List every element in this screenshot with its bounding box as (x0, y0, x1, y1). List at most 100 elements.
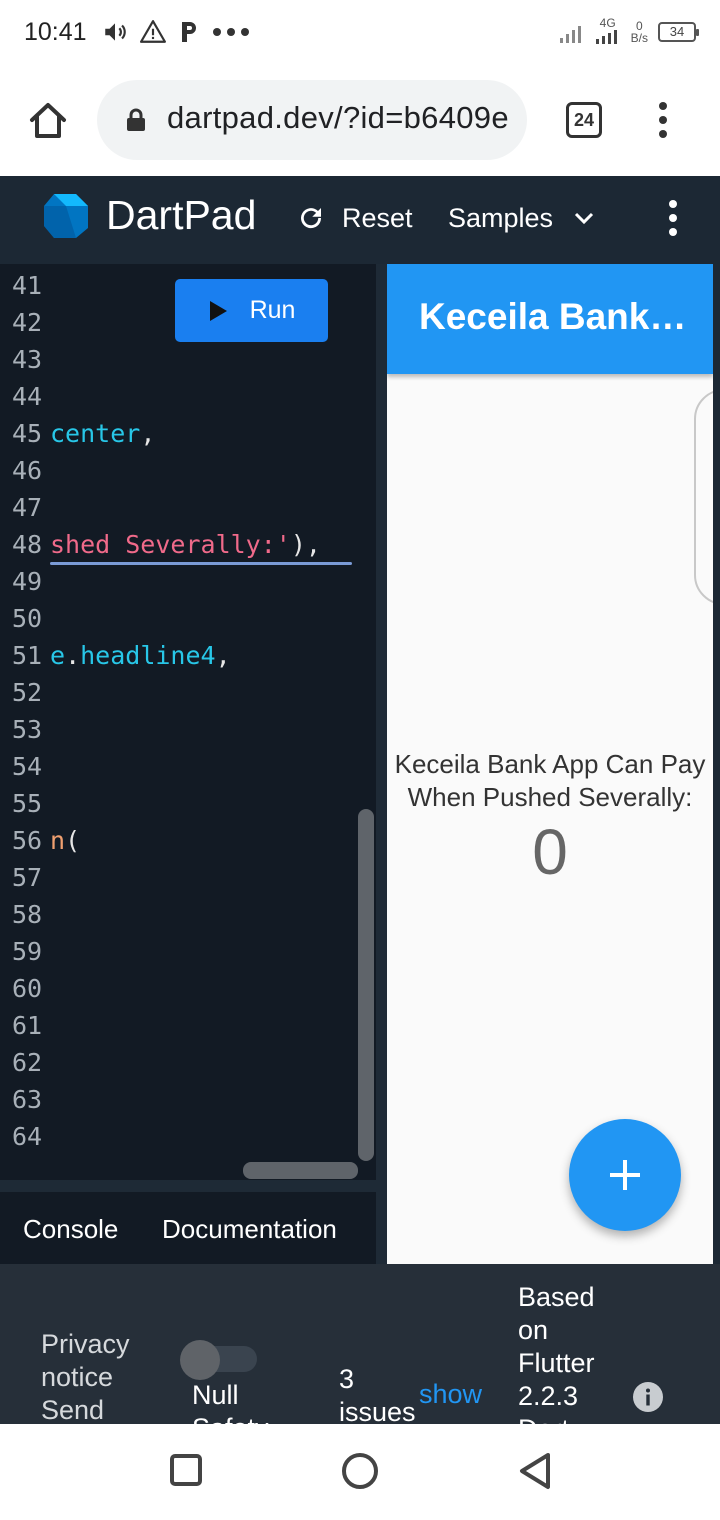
home-icon[interactable] (26, 98, 70, 142)
code-token: n (50, 826, 66, 855)
line-number: 56 (12, 826, 43, 855)
editor-line: 59 (0, 933, 376, 970)
line-number: 53 (12, 715, 43, 744)
horizontal-scrollbar[interactable] (243, 1162, 358, 1179)
line-number: 52 (12, 678, 43, 707)
line-number: 43 (12, 345, 43, 374)
bottom-tabs: Console Documentation (0, 1192, 376, 1264)
code-text: n( (50, 822, 80, 859)
editor-line: 53 (0, 711, 376, 748)
line-number: 64 (12, 1122, 43, 1151)
dartpad-menu-icon[interactable] (660, 198, 684, 238)
play-icon (209, 300, 227, 321)
show-issues-link[interactable]: show (419, 1379, 482, 1410)
status-icons-left (102, 16, 250, 48)
drawer-edge[interactable] (694, 389, 713, 605)
run-button[interactable]: Run (175, 279, 328, 342)
data-speed: 0 B/s (631, 20, 648, 44)
increment-fab[interactable] (569, 1119, 681, 1231)
info-icon[interactable] (633, 1382, 663, 1412)
editor-line: 44 (0, 378, 376, 415)
code-token: , (140, 419, 156, 448)
code-token: headline4 (80, 641, 216, 670)
preview-label: Keceila Bank App Can Pay When Pushed Sev… (394, 749, 706, 812)
code-text: center, (50, 415, 155, 452)
status-icons-right: 4G 0 B/s 34 (559, 14, 699, 50)
plus-icon (610, 1160, 640, 1190)
line-number: 47 (12, 493, 43, 522)
browser-menu-icon[interactable] (650, 100, 676, 140)
line-number: 58 (12, 900, 43, 929)
address-bar[interactable]: dartpad.dev/?id=b6409e (97, 80, 527, 160)
editor-line: 54 (0, 748, 376, 785)
recent-apps-icon[interactable] (170, 1454, 202, 1486)
refresh-icon (301, 208, 322, 229)
home-nav-icon[interactable] (342, 1453, 378, 1489)
app-title: DartPad (106, 192, 257, 238)
lock-icon[interactable] (125, 108, 147, 132)
reset-label: Reset (342, 202, 413, 233)
editor-line: 60 (0, 970, 376, 1007)
privacy-notice-link[interactable]: Privacy notice Send (41, 1328, 151, 1424)
toggle-knob[interactable] (180, 1340, 220, 1380)
line-number: 44 (12, 382, 43, 411)
editor-line: 48 shed Severally:'), (0, 526, 376, 563)
counter-value: 0 (532, 816, 568, 888)
editor-line: 45 center, (0, 415, 376, 452)
tab-switcher-button[interactable]: 24 (566, 102, 602, 138)
right-edge (713, 176, 720, 1264)
code-token: ( (65, 826, 81, 855)
editor-line: 57 (0, 859, 376, 896)
line-number: 49 (12, 567, 43, 596)
line-number: 51 (12, 641, 43, 670)
back-icon[interactable] (518, 1452, 552, 1490)
line-number: 57 (12, 863, 43, 892)
code-editor[interactable]: 41 42 43 44 45 center, 46 47 48 shed Sev… (0, 264, 376, 1180)
editor-line: 62 (0, 1044, 376, 1081)
dart-logo-icon (44, 194, 88, 238)
status-bar: 10:41 4G 0 B/s 34 (0, 0, 720, 64)
editor-line: 56 n( (0, 822, 376, 859)
editor-line: 64 (0, 1118, 376, 1155)
issues-count: 3 issues (339, 1364, 416, 1424)
run-label: Run (249, 296, 296, 324)
samples-dropdown[interactable]: Samples (448, 198, 595, 238)
chevron-down-icon (574, 212, 594, 225)
vertical-scrollbar[interactable] (358, 809, 374, 1161)
line-number: 54 (12, 752, 43, 781)
editor-line: 63 (0, 1081, 376, 1118)
code-token: center (50, 419, 141, 448)
editor-divider (0, 1180, 376, 1192)
dartpad-header: DartPad Reset Samples (0, 176, 720, 264)
url-text[interactable]: dartpad.dev/?id=b6409e (167, 100, 513, 136)
code-text: e.headline4, (50, 637, 231, 674)
code-token: . (65, 641, 81, 670)
code-text: shed Severally:'), (50, 526, 321, 563)
status-time: 10:41 (24, 18, 87, 46)
code-token: ), (290, 530, 321, 559)
code-token: e (50, 641, 66, 670)
warning-icon (140, 20, 166, 43)
editor-line: 50 (0, 600, 376, 637)
line-number: 60 (12, 974, 43, 1003)
split-divider[interactable] (376, 264, 387, 1264)
version-info: Based on Flutter 2.2.3 Dart (518, 1282, 595, 1424)
signal-icon (559, 26, 581, 43)
tab-documentation[interactable]: Documentation (162, 1214, 337, 1245)
editor-line: 58 (0, 896, 376, 933)
editor-line: 51 e.headline4, (0, 637, 376, 674)
code-token: shed Severally:' (50, 530, 291, 559)
reset-button[interactable]: Reset (296, 198, 413, 238)
editor-line: 52 (0, 674, 376, 711)
line-number: 63 (12, 1085, 43, 1114)
system-nav-bar (0, 1424, 720, 1520)
network-indicator: 4G (595, 17, 621, 47)
preview-app-bar: Keceila Bank… (387, 264, 713, 374)
line-number: 45 (12, 419, 43, 448)
code-token: , (215, 641, 231, 670)
preview-app-title: Keceila Bank… (419, 296, 687, 337)
null-safety-label: Null Safety (192, 1380, 269, 1424)
battery-icon: 34 (658, 22, 699, 42)
signal-strength-icon (595, 30, 617, 44)
tab-console[interactable]: Console (23, 1214, 118, 1245)
